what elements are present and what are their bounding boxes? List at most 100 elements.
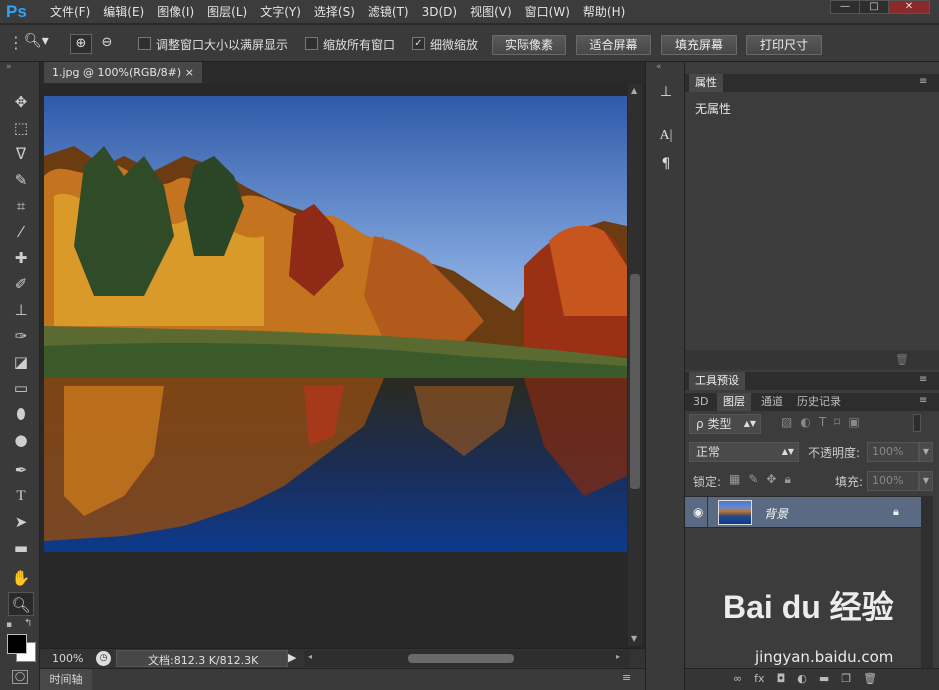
document-tab[interactable]: 1.jpg @ 100%(RGB/8#) ×	[44, 62, 202, 83]
actual-pixels-button[interactable]: 实际像素	[492, 35, 566, 55]
horizontal-scroll-thumb[interactable]	[408, 654, 514, 663]
scroll-left-arrow-icon[interactable]: ◂	[308, 652, 312, 661]
menu-layer[interactable]: 图层(L)	[201, 0, 253, 24]
menu-3d[interactable]: 3D(D)	[416, 0, 463, 24]
lock-all-icon[interactable]: 🔒︎	[784, 472, 790, 487]
menu-image[interactable]: 图像(I)	[151, 0, 200, 24]
tab-layers[interactable]: 图层	[717, 393, 751, 411]
opacity-input[interactable]: 100%	[867, 442, 919, 462]
delete-layer-icon[interactable]: 🗑︎	[863, 672, 877, 685]
horizontal-scrollbar[interactable]: ◂ ▸	[304, 650, 630, 667]
eraser-tool-icon[interactable]: ◪	[8, 350, 34, 374]
zoom-tool-icon[interactable]: 🔍︎	[8, 592, 34, 616]
adjustment-filter-icon[interactable]: ◐	[800, 415, 810, 429]
tab-tool-presets[interactable]: 工具预设	[689, 372, 745, 390]
zoom-tool-preset-icon[interactable]: 🔍︎▾	[24, 33, 58, 53]
smart-object-filter-icon[interactable]: ▣	[848, 415, 859, 429]
layer-style-icon[interactable]: fx	[754, 672, 764, 685]
close-button[interactable]: ✕	[888, 0, 930, 14]
vertical-scrollbar[interactable]: ▲ ▼	[628, 84, 642, 646]
menu-select[interactable]: 选择(S)	[308, 0, 361, 24]
lock-transparent-icon[interactable]: ▦	[729, 472, 740, 487]
link-layers-icon[interactable]: ∞	[733, 672, 742, 685]
trash-icon[interactable]: 🗑︎	[895, 353, 909, 366]
scroll-down-arrow-icon[interactable]: ▼	[631, 634, 637, 643]
tab-3d[interactable]: 3D	[687, 393, 714, 411]
brush-tool-icon[interactable]: ✐	[8, 272, 34, 296]
menu-window[interactable]: 窗口(W)	[519, 0, 576, 24]
opacity-dropdown-icon[interactable]: ▼	[919, 442, 933, 462]
tab-history[interactable]: 历史记录	[791, 393, 847, 411]
scroll-up-arrow-icon[interactable]: ▲	[631, 86, 637, 95]
dock-collapse-icon[interactable]: «	[656, 62, 662, 72]
minimize-button[interactable]: —	[830, 0, 860, 14]
close-tab-icon[interactable]: ×	[185, 62, 194, 83]
menu-help[interactable]: 帮助(H)	[577, 0, 631, 24]
eyedropper-tool-icon[interactable]: ⁄	[8, 220, 34, 244]
layer-filter-select[interactable]: ρ 类型 ▲▼	[689, 414, 761, 434]
lasso-tool-icon[interactable]: ᐁ	[8, 142, 34, 166]
new-layer-icon[interactable]: ❐	[841, 672, 851, 685]
zoom-level[interactable]: 100%	[52, 652, 83, 665]
filter-toggle[interactable]	[913, 414, 921, 432]
fill-screen-button[interactable]: 填充屏幕	[661, 35, 737, 55]
marquee-tool-icon[interactable]: ⬚	[8, 116, 34, 140]
vertical-scroll-thumb[interactable]	[630, 274, 640, 489]
path-select-tool-icon[interactable]: ➤	[8, 510, 34, 534]
pixel-filter-icon[interactable]: ▨	[781, 415, 792, 429]
type-filter-icon[interactable]: T	[819, 415, 826, 429]
default-colors-icon[interactable]: ▪	[6, 620, 12, 630]
quick-mask-icon[interactable]: ◯	[12, 670, 28, 684]
healing-brush-tool-icon[interactable]: ✚	[8, 246, 34, 270]
clone-source-icon[interactable]: ⊥	[654, 84, 678, 106]
scroll-right-arrow-icon[interactable]: ▸	[616, 652, 620, 661]
foreground-color-swatch[interactable]	[7, 634, 27, 654]
menu-filter[interactable]: 滤镜(T)	[362, 0, 415, 24]
zoom-in-icon[interactable]: ⊕	[70, 34, 92, 54]
zoom-out-icon[interactable]: ⊖	[96, 34, 118, 54]
new-group-icon[interactable]: ▬	[819, 672, 829, 685]
layer-row[interactable]: ◉ 背景 🔒︎	[685, 496, 921, 529]
shape-filter-icon[interactable]: ⌑	[834, 415, 840, 429]
lock-image-icon[interactable]: ✎	[748, 472, 758, 487]
blend-mode-select[interactable]: 正常 ▲▼	[689, 442, 799, 462]
pen-tool-icon[interactable]: ✒	[8, 458, 34, 482]
adjustment-layer-icon[interactable]: ◐	[797, 672, 807, 685]
tab-properties[interactable]: 属性	[689, 74, 723, 92]
menu-edit[interactable]: 编辑(E)	[97, 0, 150, 24]
gradient-tool-icon[interactable]: ▭	[8, 376, 34, 400]
fill-dropdown-icon[interactable]: ▼	[919, 471, 933, 491]
menu-view[interactable]: 视图(V)	[464, 0, 518, 24]
tab-channels[interactable]: 通道	[755, 393, 789, 411]
character-panel-icon[interactable]: A|	[654, 128, 678, 150]
scrubby-zoom-checkbox[interactable]: ✓	[412, 37, 425, 50]
menu-file[interactable]: 文件(F)	[44, 0, 96, 24]
zoom-all-windows-checkbox[interactable]	[305, 37, 318, 50]
status-info-icon[interactable]: ◷	[96, 651, 111, 666]
history-brush-tool-icon[interactable]: ✑	[8, 324, 34, 348]
swap-colors-icon[interactable]: ↰	[24, 618, 32, 629]
move-tool-icon[interactable]: ✥	[8, 90, 34, 114]
hand-tool-icon[interactable]: ✋	[8, 566, 34, 590]
restore-button[interactable]: □	[859, 0, 889, 14]
panel-collapse-icon[interactable]: »	[6, 62, 12, 72]
quick-select-tool-icon[interactable]: ✎	[8, 168, 34, 192]
shape-tool-icon[interactable]: ▬	[8, 536, 34, 560]
type-tool-icon[interactable]: T	[8, 484, 34, 508]
lock-position-icon[interactable]: ✥	[766, 472, 776, 487]
fit-screen-button[interactable]: 适合屏幕	[576, 35, 651, 55]
eye-icon[interactable]: ◉	[693, 505, 703, 519]
panel-menu-icon[interactable]: ≡	[919, 374, 927, 385]
menu-type[interactable]: 文字(Y)	[254, 0, 307, 24]
panel-menu-icon[interactable]: ≡	[919, 395, 927, 406]
layers-scrollbar[interactable]	[921, 496, 933, 668]
panel-menu-icon[interactable]: ≡	[622, 671, 631, 684]
crop-tool-icon[interactable]: ⌗	[8, 194, 34, 218]
print-size-button[interactable]: 打印尺寸	[746, 35, 822, 55]
dodge-tool-icon[interactable]: ●	[8, 428, 34, 452]
document-image[interactable]	[44, 96, 627, 552]
blur-tool-icon[interactable]: ⬮	[8, 402, 34, 426]
fill-input[interactable]: 100%	[867, 471, 919, 491]
paragraph-panel-icon[interactable]: ¶	[654, 156, 678, 178]
resize-windows-checkbox[interactable]	[138, 37, 151, 50]
